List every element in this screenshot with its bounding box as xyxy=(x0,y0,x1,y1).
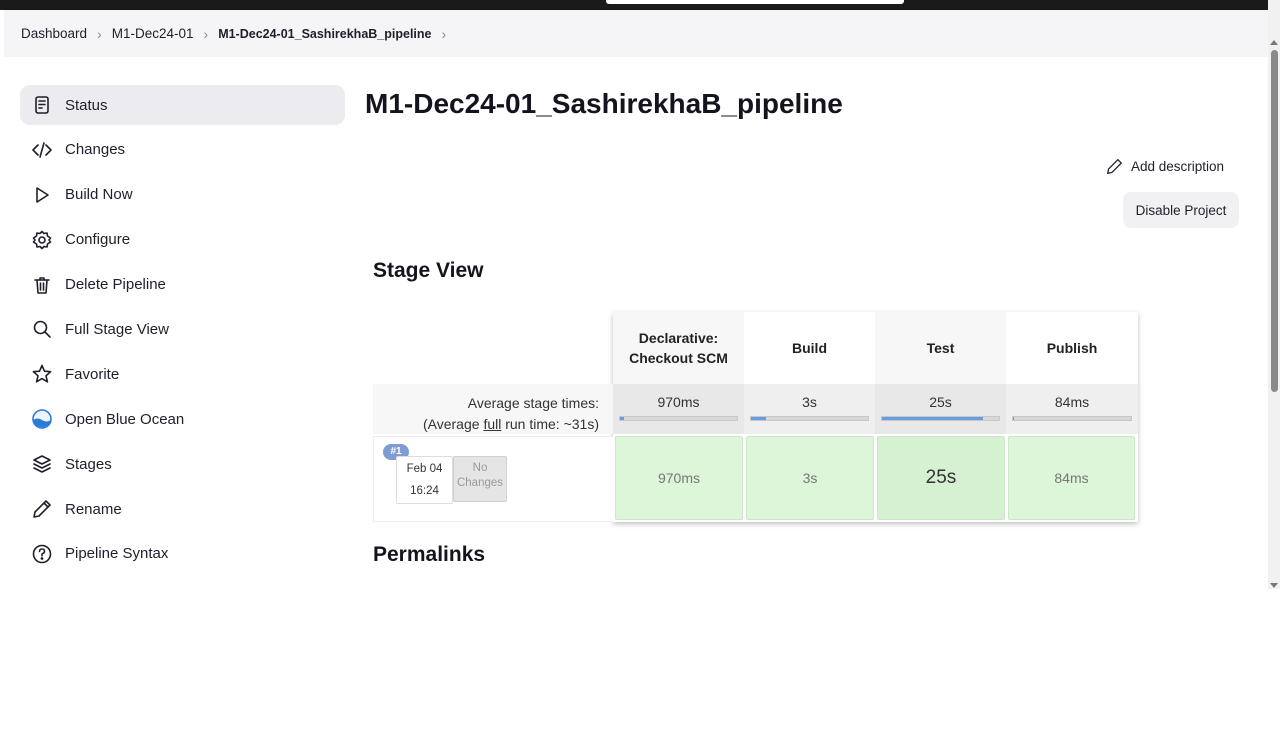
sidebar-item-label: Build Now xyxy=(65,186,133,204)
gear-icon xyxy=(31,229,53,251)
scroll-up-arrow-icon[interactable] xyxy=(1270,40,1278,45)
chevron-right-icon: › xyxy=(97,25,102,42)
star-icon xyxy=(31,363,53,385)
sidebar-item-label: Rename xyxy=(65,500,122,518)
sidebar-item-label: Configure xyxy=(65,231,131,249)
sidebar-item-pipeline-syntax[interactable]: Pipeline Syntax xyxy=(20,534,345,574)
sidebar-item-changes[interactable]: Changes xyxy=(20,130,345,170)
stage-average-bar-fill xyxy=(882,417,983,420)
stage-average-bar xyxy=(881,416,1000,421)
blank-area-below-viewport xyxy=(0,589,1280,732)
full-run-link[interactable]: full xyxy=(483,416,501,432)
stage-header-checkout-scm: Declarative: Checkout SCM xyxy=(613,312,744,384)
scroll-down-arrow-icon[interactable] xyxy=(1270,583,1278,588)
stage-result-test[interactable]: 25s xyxy=(877,436,1005,520)
sidebar-item-status[interactable]: Status xyxy=(20,85,345,125)
average-run-suffix: run time: ~31s) xyxy=(501,416,599,432)
sidebar: Status Changes Build Now Configure Delet… xyxy=(20,85,345,579)
sidebar-item-open-blue-ocean[interactable]: Open Blue Ocean xyxy=(20,399,345,439)
breadcrumb-dashboard[interactable]: Dashboard xyxy=(21,26,87,41)
add-description-link[interactable]: Add description xyxy=(1106,158,1224,175)
changes-line1: No xyxy=(472,462,488,474)
build-row-header: #1 Feb 04 16:24 No Changes xyxy=(373,436,613,522)
disable-project-button[interactable]: Disable Project xyxy=(1123,192,1239,228)
sidebar-item-label: Changes xyxy=(65,141,126,159)
stage-result-checkout-scm[interactable]: 970ms xyxy=(615,436,743,520)
permalinks-heading: Permalinks xyxy=(373,543,486,566)
stage-average-bar-fill xyxy=(620,417,624,420)
sidebar-item-label: Delete Pipeline xyxy=(65,276,166,294)
stage-view-table: Declarative: Checkout SCM Build Test Publ… xyxy=(373,312,1138,522)
sidebar-item-label: Status xyxy=(65,96,108,114)
build-time: 16:24 xyxy=(410,485,439,497)
stage-average-bar-fill xyxy=(751,417,767,420)
trash-icon xyxy=(31,274,53,296)
layers-icon xyxy=(31,453,53,475)
stage-average-bar xyxy=(619,416,738,421)
stage-average-bar-fill xyxy=(1013,417,1015,420)
breadcrumb: Dashboard › M1-Dec24-01 › M1-Dec24-01_Sa… xyxy=(4,10,1268,57)
sidebar-item-label: Favorite xyxy=(65,365,120,383)
code-icon xyxy=(31,139,53,161)
add-description-label: Add description xyxy=(1131,159,1225,174)
build-date-box[interactable]: Feb 04 16:24 xyxy=(396,456,453,504)
browser-top-bar xyxy=(0,0,1268,10)
chevron-right-icon: › xyxy=(203,25,209,42)
sidebar-item-label: Open Blue Ocean xyxy=(65,410,185,428)
stage-average-value: 3s xyxy=(802,394,817,410)
stage-average-checkout-scm: 970ms xyxy=(613,384,744,434)
sidebar-item-label: Full Stage View xyxy=(65,320,169,338)
stage-average-build: 3s xyxy=(744,384,875,434)
chevron-right-icon[interactable]: › xyxy=(441,26,446,42)
stage-header-test: Test xyxy=(875,312,1006,384)
build-changes-box[interactable]: No Changes xyxy=(453,456,507,502)
stage-header-build: Build xyxy=(744,312,875,384)
browser-tab-strip xyxy=(606,0,904,4)
sidebar-item-label: Stages xyxy=(65,455,112,473)
sidebar-item-configure[interactable]: Configure xyxy=(20,220,345,260)
stage-average-value: 84ms xyxy=(1054,394,1090,410)
help-icon xyxy=(31,543,53,565)
page-title: M1-Dec24-01_SashirekhaB_pipeline xyxy=(365,88,843,119)
sidebar-item-stages[interactable]: Stages xyxy=(20,444,345,484)
stage-average-bar xyxy=(1012,416,1132,421)
stage-average-publish: 84ms xyxy=(1006,384,1138,434)
stage-view-heading: Stage View xyxy=(373,259,484,282)
stage-average-test: 25s xyxy=(875,384,1006,434)
average-stage-times-label: Average stage times: xyxy=(467,395,599,411)
sidebar-item-label: Pipeline Syntax xyxy=(65,545,169,563)
stage-result-build[interactable]: 3s xyxy=(746,436,874,520)
sidebar-item-delete-pipeline[interactable]: Delete Pipeline xyxy=(20,265,345,305)
pencil-icon xyxy=(1106,158,1123,175)
vertical-scrollbar[interactable] xyxy=(1268,0,1280,590)
breadcrumb-folder[interactable]: M1-Dec24-01 xyxy=(112,26,194,41)
status-icon xyxy=(31,94,53,116)
sidebar-item-full-stage-view[interactable]: Full Stage View xyxy=(20,309,345,349)
pencil-icon xyxy=(31,498,53,520)
breadcrumb-current-job[interactable]: M1-Dec24-01_SashirekhaB_pipeline xyxy=(218,27,431,41)
stage-average-value: 25s xyxy=(929,394,952,410)
search-icon xyxy=(31,318,53,340)
stage-average-bar xyxy=(750,416,869,421)
scrollbar-thumb[interactable] xyxy=(1271,50,1278,392)
stage-header-publish: Publish xyxy=(1006,312,1138,384)
sidebar-item-favorite[interactable]: Favorite xyxy=(20,354,345,394)
stage-name-line1: Declarative: xyxy=(638,330,719,346)
play-icon xyxy=(31,184,53,206)
build-date: Feb 04 xyxy=(406,463,443,475)
stage-average-value: 970ms xyxy=(657,394,700,410)
sidebar-item-build-now[interactable]: Build Now xyxy=(20,175,345,215)
stage-name-line2: Checkout SCM xyxy=(629,350,728,366)
changes-line2: Changes xyxy=(456,477,504,489)
blue-ocean-icon xyxy=(31,408,53,430)
average-times-label: Average stage times: (Average full run t… xyxy=(373,384,613,434)
average-run-prefix: (Average xyxy=(422,416,484,432)
sidebar-item-rename[interactable]: Rename xyxy=(20,489,345,529)
stage-result-publish[interactable]: 84ms xyxy=(1008,436,1135,520)
